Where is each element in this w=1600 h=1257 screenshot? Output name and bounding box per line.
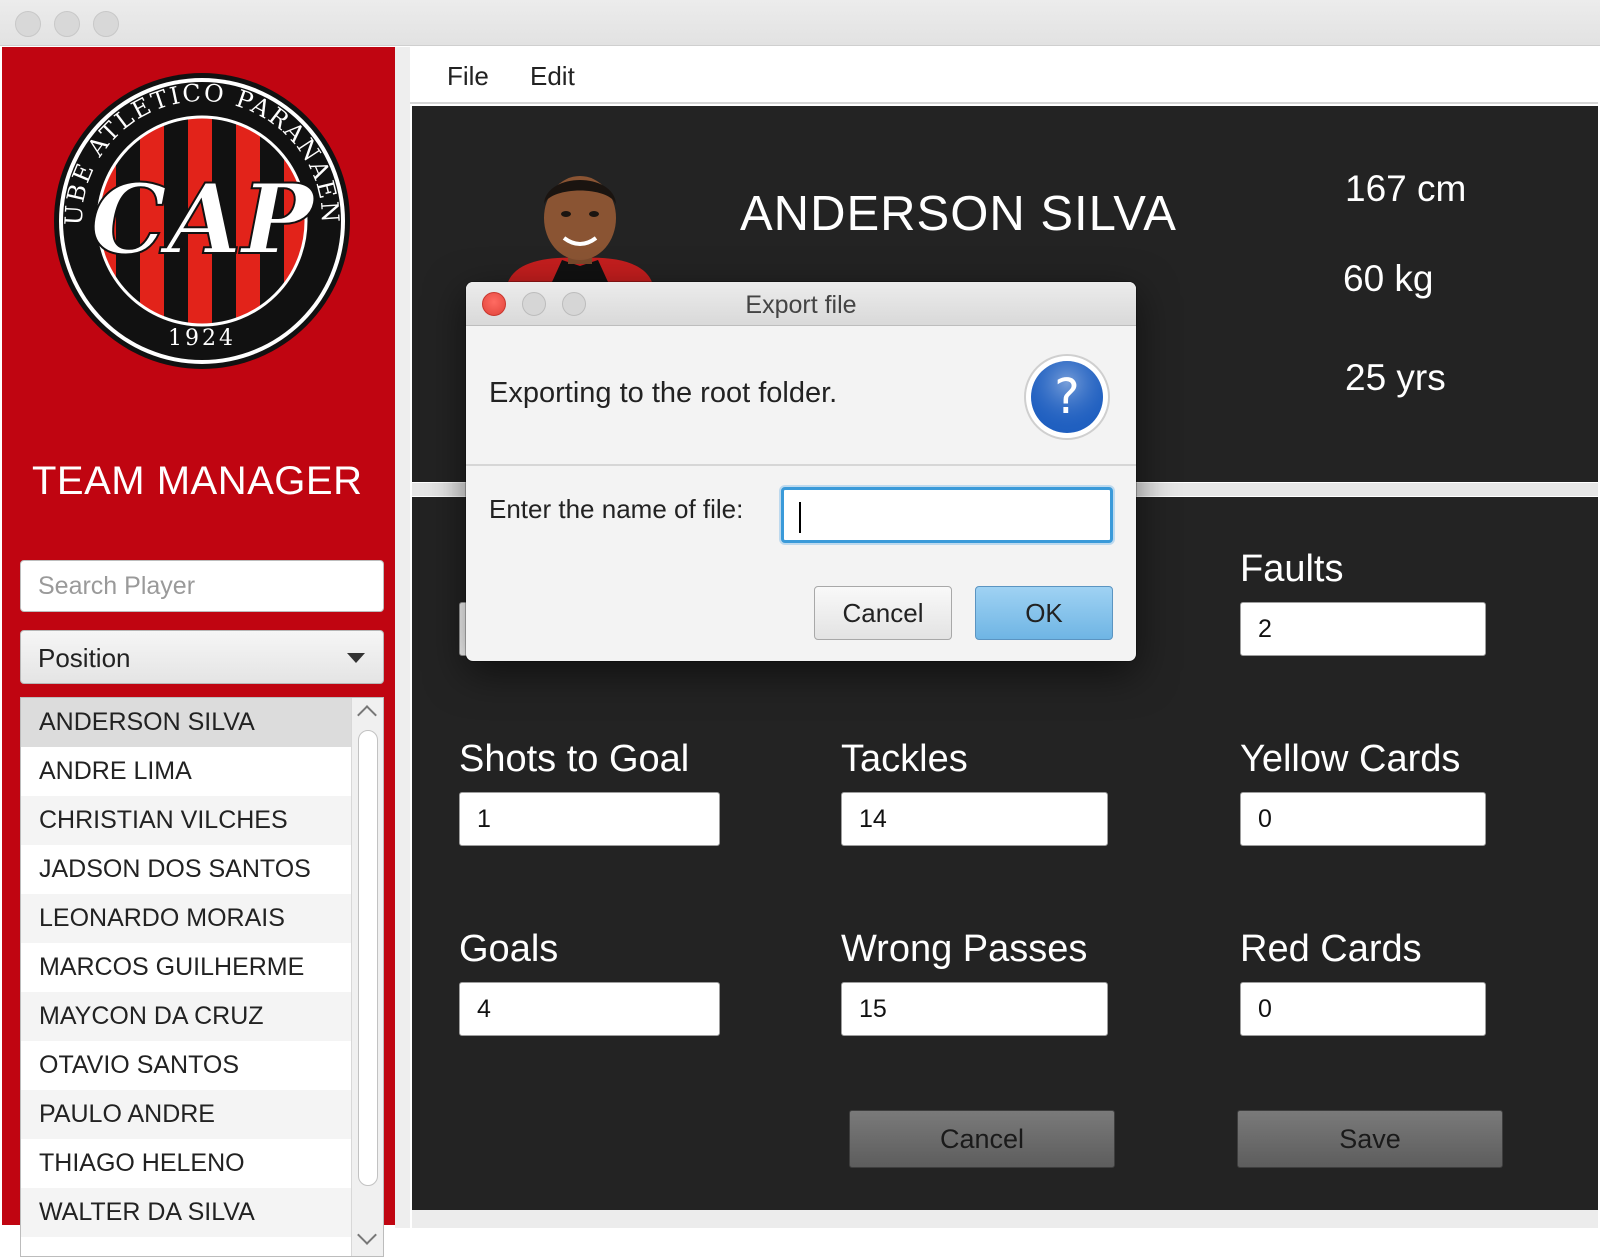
player-list-item[interactable]: LEONARDO MORAIS — [21, 894, 351, 943]
player-list-item[interactable]: WALTER DA SILVA — [21, 1188, 351, 1237]
player-age: 25 yrs — [1345, 357, 1446, 398]
player-list-item[interactable]: MARCOS GUILHERME — [21, 943, 351, 992]
window-titlebar — [0, 0, 1600, 46]
player-list-item[interactable]: CHRISTIAN VILCHES — [21, 796, 351, 845]
player-name: ANDERSON SILVA — [740, 187, 1177, 241]
tackles-label: Tackles — [841, 738, 968, 780]
scroll-up-icon[interactable] — [357, 705, 377, 725]
search-input[interactable] — [20, 560, 384, 612]
text-caret — [799, 502, 801, 533]
menu-bar: File Edit — [410, 47, 1598, 104]
player-list-item[interactable]: ANDRE LIMA — [21, 747, 351, 796]
dialog-title: Export file — [745, 291, 857, 319]
red-cards-label: Red Cards — [1240, 928, 1422, 970]
faults-label: Faults — [1240, 548, 1344, 590]
wrong-passes-field[interactable]: 15 — [841, 982, 1108, 1036]
app-title: TEAM MANAGER — [32, 459, 363, 503]
player-weight: 60 kg — [1343, 258, 1434, 299]
window-minimize-button[interactable] — [54, 11, 80, 37]
file-name-label: Enter the name of file: — [489, 494, 744, 524]
window-close-button[interactable] — [15, 11, 41, 37]
save-button[interactable]: Save — [1237, 1110, 1503, 1168]
red-cards-field[interactable]: 0 — [1240, 982, 1486, 1036]
player-list-item[interactable]: PAULO ANDRE — [21, 1090, 351, 1139]
cancel-button[interactable]: Cancel — [849, 1110, 1115, 1168]
dialog-cancel-button[interactable]: Cancel — [814, 586, 952, 640]
svg-text:?: ? — [1054, 369, 1079, 425]
faults-field[interactable]: 2 — [1240, 602, 1486, 656]
logo-year: 1924 — [168, 326, 236, 351]
pane-separator — [395, 47, 410, 1228]
shots-to-goal-label: Shots to Goal — [459, 738, 690, 780]
dialog-ok-button[interactable]: OK — [975, 586, 1113, 640]
player-photo — [508, 176, 652, 282]
question-icon: ? — [1024, 354, 1110, 440]
status-strip — [412, 1210, 1598, 1228]
file-name-input[interactable] — [781, 487, 1113, 543]
scrollbar-thumb[interactable] — [358, 730, 378, 1186]
menu-edit[interactable]: Edit — [530, 61, 575, 92]
logo-monogram: CAP — [90, 163, 316, 276]
dialog-separator — [466, 464, 1136, 466]
menu-file[interactable]: File — [447, 61, 489, 92]
scroll-down-icon[interactable] — [357, 1225, 377, 1245]
player-height: 167 cm — [1345, 168, 1467, 209]
player-list-item[interactable]: THIAGO HELENO — [21, 1139, 351, 1188]
tackles-field[interactable]: 14 — [841, 792, 1108, 846]
yellow-cards-label: Yellow Cards — [1240, 738, 1461, 780]
goals-field[interactable]: 4 — [459, 982, 720, 1036]
player-list: ANDERSON SILVA ANDRE LIMA CHRISTIAN VILC… — [20, 697, 384, 1257]
dialog-titlebar: Export file — [466, 282, 1136, 326]
player-list-scrollbar[interactable] — [351, 698, 383, 1256]
dialog-message: Exporting to the root folder. — [489, 377, 838, 409]
shots-to-goal-field[interactable]: 1 — [459, 792, 720, 846]
position-dropdown[interactable]: Position — [20, 630, 384, 684]
player-list-item[interactable]: OTAVIO SANTOS — [21, 1041, 351, 1090]
export-dialog: Export file Exporting to the root folder… — [466, 282, 1136, 661]
chevron-down-icon — [347, 653, 365, 663]
goals-label: Goals — [459, 928, 559, 970]
position-dropdown-label: Position — [38, 643, 131, 673]
club-logo: CLUBE ATLÉTICO PARANAENSE 1924 CAP — [52, 71, 350, 369]
yellow-cards-field[interactable]: 0 — [1240, 792, 1486, 846]
player-list-item[interactable]: JADSON DOS SANTOS — [21, 845, 351, 894]
sidebar: CLUBE ATLÉTICO PARANAENSE 1924 CAP TEAM … — [2, 47, 395, 1257]
player-list-item[interactable]: MAYCON DA CRUZ — [21, 992, 351, 1041]
window-zoom-button[interactable] — [93, 11, 119, 37]
wrong-passes-label: Wrong Passes — [841, 928, 1088, 970]
player-list-item[interactable]: ANDERSON SILVA — [21, 698, 351, 747]
